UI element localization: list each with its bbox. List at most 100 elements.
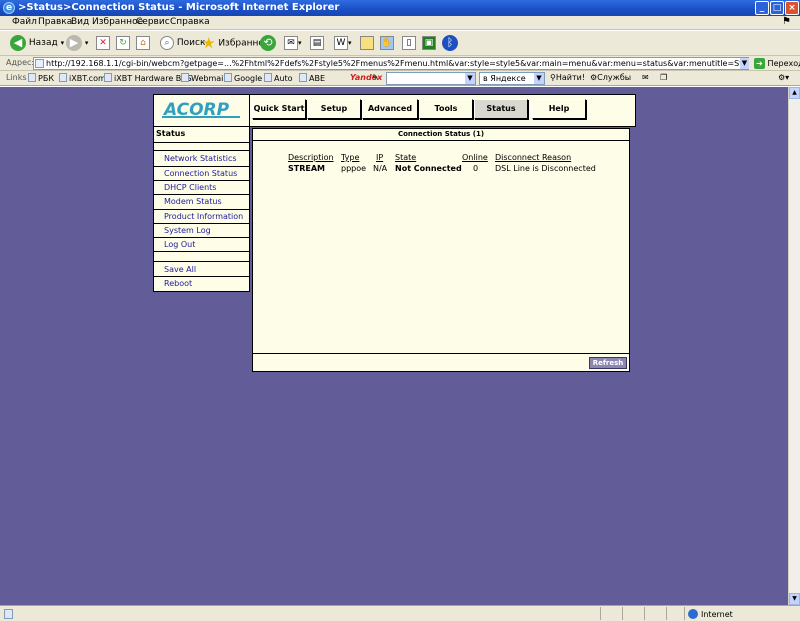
yandex-services-button[interactable]: ⚙Службы xyxy=(590,73,631,82)
security-zone: Internet xyxy=(688,609,733,619)
print-button[interactable]: ▤ xyxy=(310,34,324,52)
home-icon: ⌂ xyxy=(136,35,150,50)
mail-button[interactable]: ✉ ▾ xyxy=(284,34,302,52)
page-icon xyxy=(35,59,44,68)
close-button[interactable]: × xyxy=(785,1,799,15)
sidebar-item-dhcp-clients[interactable]: DHCP Clients xyxy=(164,183,216,192)
link-auto[interactable]: Auto xyxy=(264,73,293,83)
panel-title: Connection Status (1) xyxy=(253,129,629,141)
cell-ip: N/A xyxy=(373,164,388,173)
refresh-button[interactable]: Refresh xyxy=(589,357,627,369)
scope-dropdown-icon[interactable]: ▼ xyxy=(534,73,544,84)
cell-online: 0 xyxy=(473,164,479,173)
page-icon xyxy=(104,73,112,82)
address-dropdown-icon[interactable]: ▼ xyxy=(740,58,749,69)
go-button[interactable]: ➔ Переход xyxy=(754,58,800,69)
forward-dropdown-icon[interactable]: ▾ xyxy=(85,39,89,47)
tab-setup[interactable]: Setup xyxy=(307,99,361,119)
menu-tools[interactable]: Сервис xyxy=(136,17,170,27)
yandex-find-button[interactable]: ⚲Найти! xyxy=(550,73,585,82)
links-extra-icon[interactable]: ⚙▾ xyxy=(778,73,789,82)
sidebar-item-network-statistics[interactable]: Network Statistics xyxy=(164,154,237,163)
scroll-down-icon[interactable]: ▼ xyxy=(789,593,800,605)
address-input[interactable]: http://192.168.1.1/cgi-bin/webcm?getpage… xyxy=(33,57,749,70)
address-label: Адрес: xyxy=(6,58,35,67)
history-button[interactable]: ⟲ xyxy=(260,34,276,52)
discuss-button[interactable] xyxy=(360,34,374,52)
router-header: ACORP Quick Start Setup Advanced Tools S… xyxy=(153,94,636,127)
print-icon: ▤ xyxy=(310,35,324,50)
page-icon xyxy=(4,609,13,619)
note-icon xyxy=(360,35,374,50)
refresh-browser-button[interactable]: ↻ xyxy=(116,34,130,52)
bluetooth-button[interactable]: ᛒ xyxy=(442,34,458,52)
minimize-button[interactable]: _ xyxy=(755,1,769,15)
page-icon xyxy=(264,73,272,82)
forward-arrow-icon: ▶ xyxy=(66,34,82,51)
tab-quick-start[interactable]: Quick Start xyxy=(252,99,306,119)
search-dropdown-icon[interactable]: ▼ xyxy=(465,73,475,84)
col-state: State xyxy=(395,153,417,162)
links-bar: Links РБК iXBT.com iXBT Hardware BBS Web… xyxy=(0,71,800,86)
window-title-bar: e >Status>Connection Status - Microsoft … xyxy=(0,0,800,16)
search-button[interactable]: ⌕ Поиск xyxy=(160,34,205,52)
menu-edit[interactable]: Правка xyxy=(38,17,72,27)
sidebar-item-save-all[interactable]: Save All xyxy=(164,265,196,274)
mail-check-icon[interactable]: ✉ xyxy=(642,73,649,82)
edit-button[interactable]: W ▾ xyxy=(334,34,352,52)
col-type: Type xyxy=(341,153,360,162)
yandex-tool-icon[interactable]: ✎ xyxy=(372,73,379,82)
vertical-scrollbar[interactable]: ▲ ▼ xyxy=(788,87,800,605)
col-description: Description xyxy=(288,153,334,162)
globe-icon xyxy=(688,609,698,619)
stop-button[interactable]: ✕ xyxy=(96,34,110,52)
sidebar-title: Status xyxy=(154,127,249,143)
col-online: Online xyxy=(462,153,488,162)
menu-file[interactable]: Файл xyxy=(12,17,37,27)
link-ixbt-bbs[interactable]: iXBT Hardware BBS xyxy=(104,73,192,83)
tab-status[interactable]: Status xyxy=(474,99,528,119)
maximize-button[interactable]: □ xyxy=(770,1,784,15)
link-ixbt[interactable]: iXBT.com xyxy=(59,73,106,83)
scroll-up-icon[interactable]: ▲ xyxy=(789,87,800,99)
link-google[interactable]: Google xyxy=(224,73,262,83)
toolbar: ◀ Назад ▾ ▶ ▾ ✕ ↻ ⌂ ⌕ Поиск ★ Избранное … xyxy=(0,31,800,56)
bluetooth-icon: ᛒ xyxy=(442,34,458,51)
tab-tools[interactable]: Tools xyxy=(419,99,473,119)
sidebar-item-connection-status[interactable]: Connection Status xyxy=(164,169,237,178)
back-dropdown-icon[interactable]: ▾ xyxy=(61,39,65,47)
link-webmail[interactable]: Webmail xyxy=(181,73,226,83)
links-label: Links xyxy=(6,73,27,82)
sidebar-item-modem-status[interactable]: Modem Status xyxy=(164,197,222,206)
menu-view[interactable]: Вид xyxy=(71,17,89,27)
search-icon: ⌕ xyxy=(160,35,174,50)
search-scope-select[interactable]: в Яндексе ▼ xyxy=(479,72,545,85)
yandex-search-input[interactable]: ▼ xyxy=(386,72,476,85)
page-icon xyxy=(224,73,232,82)
home-button[interactable]: ⌂ xyxy=(136,34,150,52)
window-title: >Status>Connection Status - Microsoft In… xyxy=(18,2,340,13)
messenger-button[interactable]: ✋ xyxy=(380,34,394,52)
bookmark-icon[interactable]: ❐ xyxy=(660,73,667,82)
page-icon xyxy=(181,73,189,82)
page-icon xyxy=(28,73,36,82)
star-icon: ★ xyxy=(202,34,216,52)
ie-icon: e xyxy=(3,2,15,14)
windows-flag-icon: ⚑ xyxy=(782,16,791,27)
menu-help[interactable]: Справка xyxy=(170,17,210,27)
sidebar-item-system-log[interactable]: System Log xyxy=(164,226,211,235)
research-button[interactable]: ▯ xyxy=(402,34,416,52)
back-button[interactable]: ◀ Назад ▾ xyxy=(10,34,64,52)
media-icon: ▣ xyxy=(422,35,436,50)
media-button[interactable]: ▣ xyxy=(422,34,436,52)
sidebar-item-log-out[interactable]: Log Out xyxy=(164,240,195,249)
link-rbc[interactable]: РБК xyxy=(28,73,54,83)
col-ip: IP xyxy=(376,153,384,162)
tab-help[interactable]: Help xyxy=(532,99,586,119)
sidebar-item-reboot[interactable]: Reboot xyxy=(164,279,192,288)
page-icon xyxy=(299,73,307,82)
sidebar-item-product-information[interactable]: Product Information xyxy=(164,212,243,221)
link-abe[interactable]: ABE xyxy=(299,73,325,83)
tab-advanced[interactable]: Advanced xyxy=(362,99,418,119)
forward-button[interactable]: ▶ ▾ xyxy=(66,34,88,52)
